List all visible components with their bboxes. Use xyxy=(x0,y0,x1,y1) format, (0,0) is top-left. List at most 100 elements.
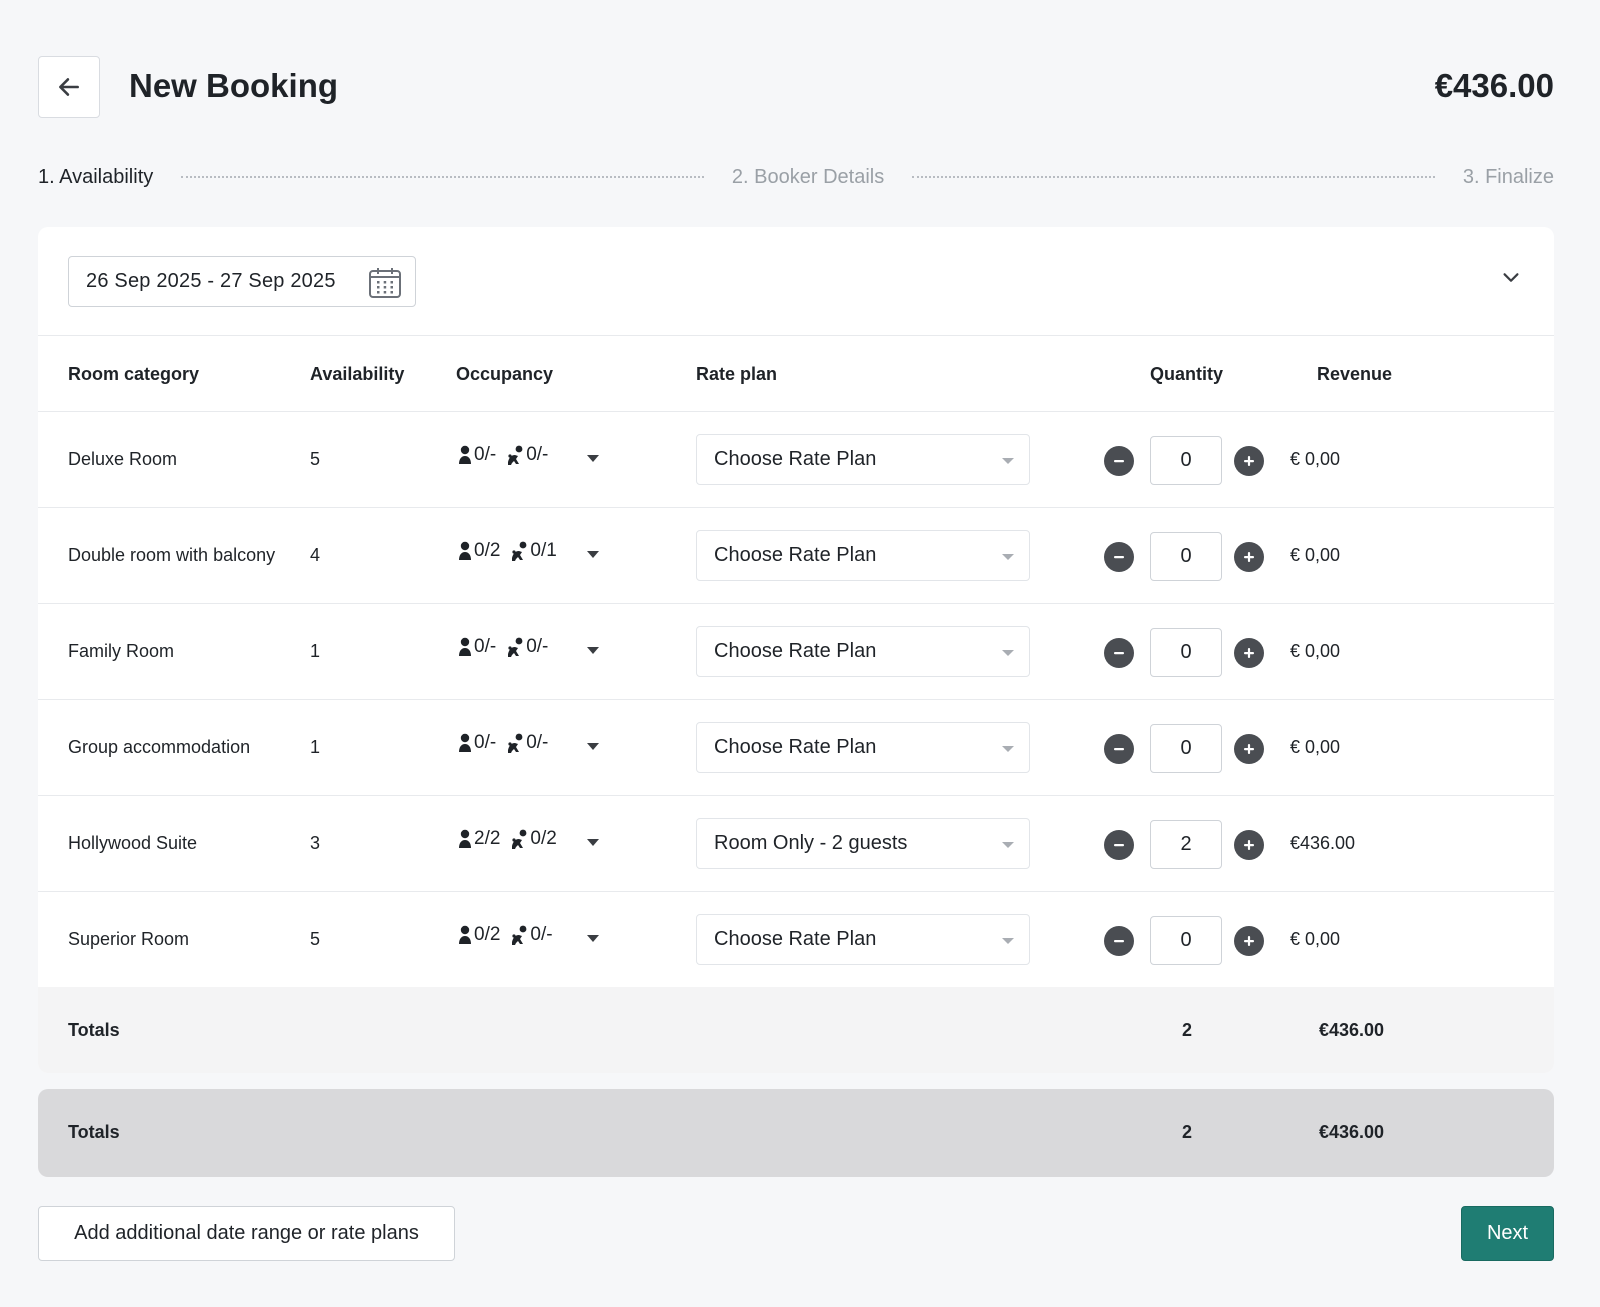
caret-down-icon[interactable] xyxy=(586,646,600,655)
column-header-quantity: Quantity xyxy=(1150,364,1224,384)
back-button[interactable] xyxy=(38,56,100,118)
table-row: Deluxe Room 5 0/- 0/- Choose Rate Plan € 0,00 xyxy=(38,412,1554,508)
rate-plan-value: Choose Rate Plan xyxy=(714,448,877,470)
child-icon xyxy=(508,733,523,753)
availability-value: 4 xyxy=(310,545,321,565)
table-body: Deluxe Room 5 0/- 0/- Choose Rate Plan € 0,00… xyxy=(38,412,1554,988)
decrease-quantity-button[interactable] xyxy=(1104,446,1134,476)
quantity-input[interactable] xyxy=(1150,628,1222,677)
booking-stepper: 1. Availability 2. Booker Details 3. Fin… xyxy=(38,160,1554,194)
column-header-availability: Availability xyxy=(310,364,405,384)
minus-icon xyxy=(1114,940,1124,943)
occupancy-summary: 0/- 0/- xyxy=(458,444,558,466)
person-icon xyxy=(459,541,471,560)
increase-quantity-button[interactable] xyxy=(1234,734,1264,764)
increase-quantity-button[interactable] xyxy=(1234,542,1264,572)
minus-icon xyxy=(1114,652,1124,655)
column-header-occupancy: Occupancy xyxy=(456,364,554,384)
room-category: Double room with balcony xyxy=(68,545,276,565)
adults-occupancy: 2/2 xyxy=(474,828,501,849)
grand-totals-revenue: €436.00 xyxy=(1319,1122,1385,1142)
plus-icon xyxy=(1244,552,1254,562)
step-finalize[interactable]: 3. Finalize xyxy=(1463,160,1554,194)
child-icon xyxy=(512,829,527,849)
card-toolbar: 26 Sep 2025 - 27 Sep 2025 xyxy=(38,227,1554,336)
increase-quantity-button[interactable] xyxy=(1234,830,1264,860)
availability-value: 5 xyxy=(310,929,321,949)
rate-plan-select[interactable]: Choose Rate Plan xyxy=(696,722,1030,773)
children-occupancy: 0/- xyxy=(526,636,549,657)
column-header-rate-plan: Rate plan xyxy=(696,364,778,384)
totals-quantity: 2 xyxy=(1182,1020,1193,1040)
table-row: Family Room 1 0/- 0/- Choose Rate Plan € 0,00 xyxy=(38,604,1554,700)
room-category: Deluxe Room xyxy=(68,449,178,469)
revenue-value: € 0,00 xyxy=(1290,449,1341,469)
step-booker-details[interactable]: 2. Booker Details xyxy=(732,160,884,194)
quantity-input[interactable] xyxy=(1150,820,1222,869)
rate-plan-select[interactable]: Choose Rate Plan xyxy=(696,626,1030,677)
caret-down-icon[interactable] xyxy=(586,934,600,943)
date-range-picker[interactable]: 26 Sep 2025 - 27 Sep 2025 xyxy=(68,256,416,307)
plus-icon xyxy=(1244,456,1254,466)
adults-occupancy: 0/- xyxy=(474,732,497,753)
chevron-down-icon[interactable] xyxy=(1500,267,1522,289)
step-availability[interactable]: 1. Availability xyxy=(38,160,153,194)
decrease-quantity-button[interactable] xyxy=(1104,638,1134,668)
totals-label: Totals xyxy=(68,1020,120,1040)
availability-value: 3 xyxy=(310,833,321,853)
table-row: Superior Room 5 0/2 0/- Choose Rate Plan € 0,… xyxy=(38,892,1554,988)
rate-plan-select[interactable]: Choose Rate Plan xyxy=(696,530,1030,581)
person-icon xyxy=(459,637,471,656)
next-button[interactable]: Next xyxy=(1461,1206,1554,1261)
decrease-quantity-button[interactable] xyxy=(1104,542,1134,572)
header-total-amount: €436.00 xyxy=(1434,67,1554,104)
caret-down-icon xyxy=(1002,842,1014,848)
decrease-quantity-button[interactable] xyxy=(1104,830,1134,860)
revenue-value: € 0,00 xyxy=(1290,929,1341,949)
minus-icon xyxy=(1114,460,1124,463)
quantity-input[interactable] xyxy=(1150,916,1222,965)
plus-icon xyxy=(1244,936,1254,946)
caret-down-icon xyxy=(1002,746,1014,752)
availability-card: 26 Sep 2025 - 27 Sep 2025 Room category … xyxy=(38,227,1554,1073)
children-occupancy: 0/1 xyxy=(530,540,557,561)
rate-plan-value: Choose Rate Plan xyxy=(714,928,877,950)
occupancy-summary: 0/- 0/- xyxy=(458,732,558,754)
rate-plan-select[interactable]: Choose Rate Plan xyxy=(696,434,1030,485)
table-row: Group accommodation 1 0/- 0/- Choose Rate Pl… xyxy=(38,700,1554,796)
room-category: Family Room xyxy=(68,641,175,661)
column-header-room-category: Room category xyxy=(68,364,200,384)
availability-value: 1 xyxy=(310,737,321,757)
minus-icon xyxy=(1114,844,1124,847)
decrease-quantity-button[interactable] xyxy=(1104,734,1134,764)
caret-down-icon[interactable] xyxy=(586,742,600,751)
caret-down-icon xyxy=(1002,554,1014,560)
date-range-value: 26 Sep 2025 - 27 Sep 2025 xyxy=(86,270,336,292)
increase-quantity-button[interactable] xyxy=(1234,446,1264,476)
caret-down-icon[interactable] xyxy=(586,550,600,559)
quantity-input[interactable] xyxy=(1150,436,1222,485)
table-header: Room category Availability Occupancy Rat… xyxy=(38,336,1554,412)
add-date-range-button[interactable]: Add additional date range or rate plans xyxy=(38,1206,455,1261)
revenue-value: € 0,00 xyxy=(1290,545,1341,565)
grand-totals-quantity: 2 xyxy=(1182,1122,1193,1142)
rate-plan-select[interactable]: Room Only - 2 guests xyxy=(696,818,1030,869)
revenue-value: € 0,00 xyxy=(1290,641,1341,661)
rate-plan-select[interactable]: Choose Rate Plan xyxy=(696,914,1030,965)
table-row: Hollywood Suite 3 2/2 0/2 Room Only - 2 gues… xyxy=(38,796,1554,892)
step-divider xyxy=(912,176,1435,178)
adults-occupancy: 0/- xyxy=(474,636,497,657)
child-icon xyxy=(512,541,527,561)
child-icon xyxy=(508,637,523,657)
occupancy-summary: 2/2 0/2 xyxy=(458,828,567,850)
quantity-input[interactable] xyxy=(1150,532,1222,581)
plus-icon xyxy=(1244,744,1254,754)
decrease-quantity-button[interactable] xyxy=(1104,926,1134,956)
caret-down-icon[interactable] xyxy=(586,838,600,847)
occupancy-summary: 0/2 0/1 xyxy=(458,540,567,562)
occupancy-summary: 0/- 0/- xyxy=(458,636,558,658)
caret-down-icon[interactable] xyxy=(586,454,600,463)
increase-quantity-button[interactable] xyxy=(1234,638,1264,668)
increase-quantity-button[interactable] xyxy=(1234,926,1264,956)
quantity-input[interactable] xyxy=(1150,724,1222,773)
